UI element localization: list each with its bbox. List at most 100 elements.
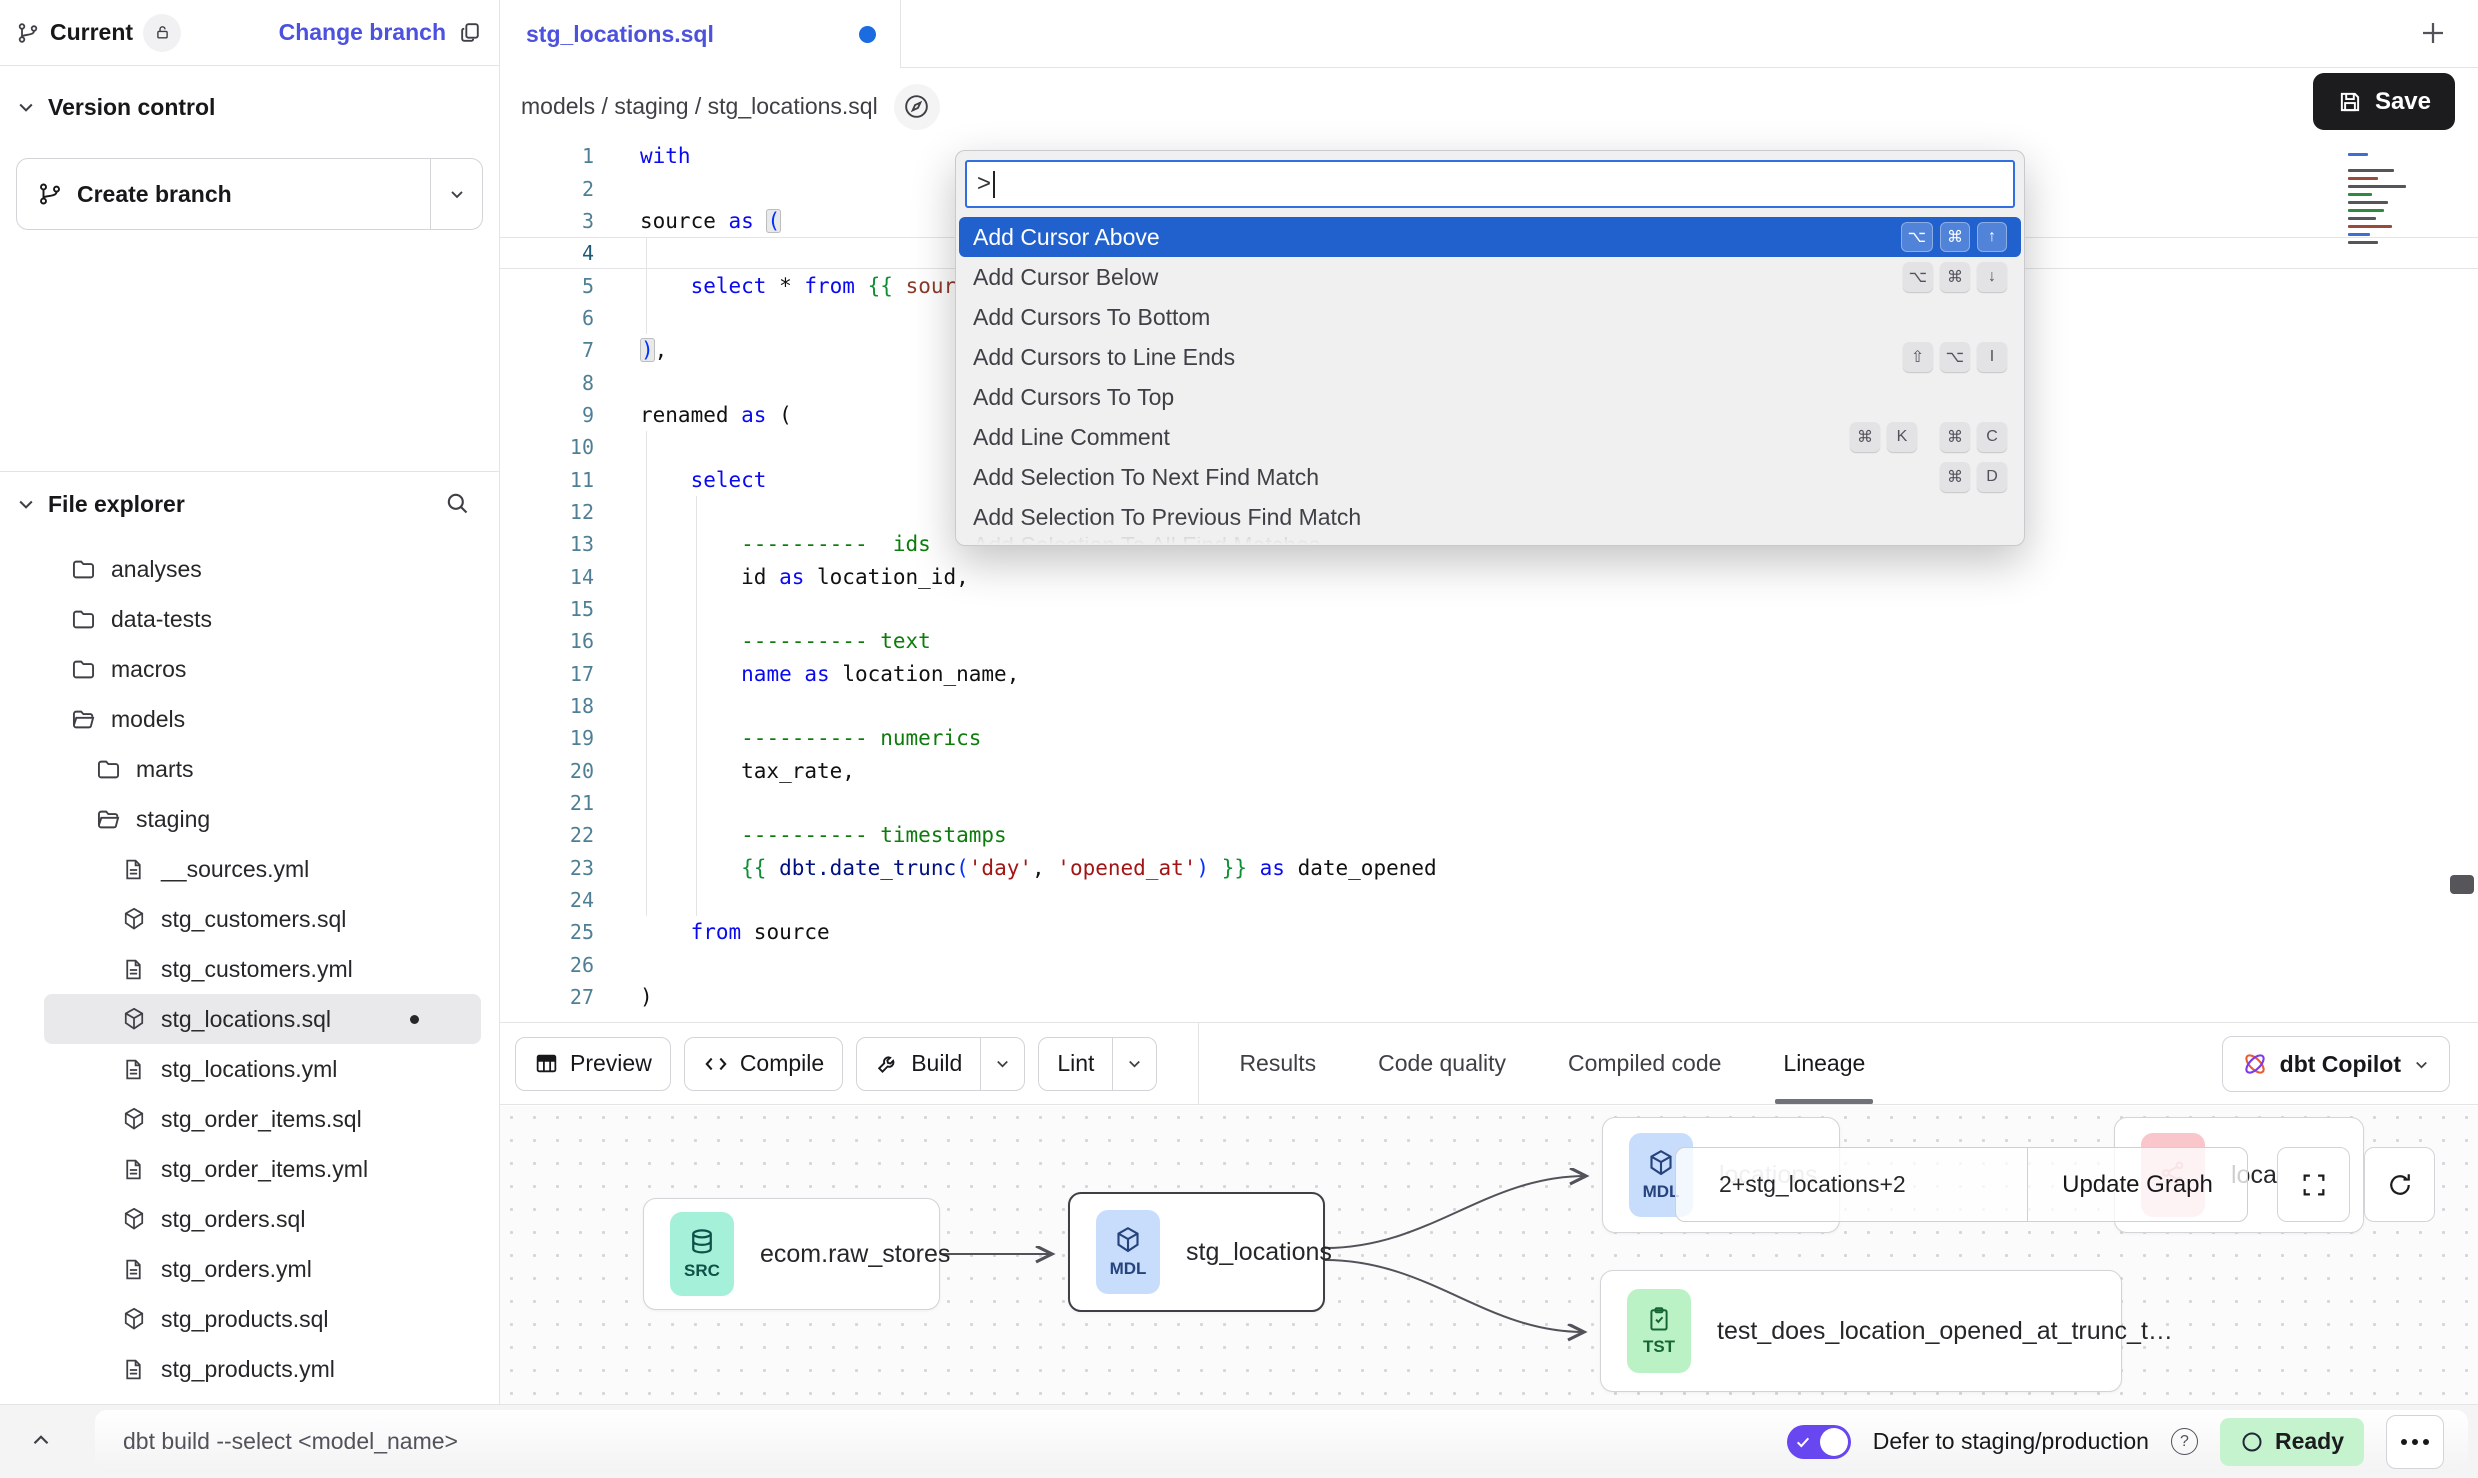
file-explorer-header[interactable]: File explorer <box>0 472 499 536</box>
file-icon <box>120 957 147 982</box>
lineage-node-test[interactable]: TST test_does_location_opened_at_trunc_t… <box>1600 1270 2122 1392</box>
line-code: tax_rate, <box>594 759 855 783</box>
command-item-add-selection-to-next-find-match[interactable]: Add Selection To Next Find Match⌘D <box>959 457 2021 497</box>
editor-minimap[interactable] <box>2348 148 2444 280</box>
explorer-compass-icon[interactable] <box>894 84 940 130</box>
editor-line-21[interactable]: 21 <box>500 787 2478 819</box>
tab-lineage[interactable]: Lineage <box>1783 1050 1865 1077</box>
lineage-node-source[interactable]: SRC ecom.raw_stores <box>643 1198 940 1310</box>
keycap: ↓ <box>1977 262 2007 292</box>
scrollbar-thumb[interactable] <box>2450 875 2474 894</box>
file-row-marts[interactable]: marts <box>44 744 481 794</box>
more-options-button[interactable] <box>2386 1415 2444 1469</box>
create-branch-caret[interactable] <box>430 159 482 229</box>
version-control-header[interactable]: Version control <box>0 84 499 130</box>
file-row--sources-yml[interactable]: __sources.yml <box>44 844 481 894</box>
file-row-stg-customers-sql[interactable]: stg_customers.sql <box>44 894 481 944</box>
file-row-stg-locations-yml[interactable]: stg_locations.yml <box>44 1044 481 1094</box>
copy-icon[interactable] <box>458 20 483 45</box>
editor-line-27[interactable]: 27) <box>500 981 2478 1013</box>
editor-line-14[interactable]: 14 id as location_id, <box>500 560 2478 592</box>
editor-line-24[interactable]: 24 <box>500 884 2478 916</box>
tab-code-quality[interactable]: Code quality <box>1378 1050 1506 1077</box>
editor-line-25[interactable]: 25 from source <box>500 916 2478 948</box>
lineage-node-stg-locations[interactable]: MDL stg_locations <box>1068 1192 1325 1312</box>
editor-line-16[interactable]: 16 ---------- text <box>500 625 2478 657</box>
line-number: 21 <box>500 791 594 815</box>
file-row-data-tests[interactable]: data-tests <box>44 594 481 644</box>
folder-icon <box>70 656 97 683</box>
fullscreen-button[interactable] <box>2277 1147 2350 1222</box>
editor-line-23[interactable]: 23 {{ dbt.date_trunc('day', 'opened_at')… <box>500 852 2478 884</box>
tab-stg-locations-sql[interactable]: stg_locations.sql <box>500 0 901 68</box>
preview-label: Preview <box>570 1050 652 1077</box>
editor-line-20[interactable]: 20 tax_rate, <box>500 755 2478 787</box>
table-icon <box>534 1051 559 1076</box>
command-item-add-cursor-above[interactable]: Add Cursor Above⌥⌘↑ <box>959 217 2021 257</box>
file-row-analyses[interactable]: analyses <box>44 544 481 594</box>
file-row-stg-order-items-yml[interactable]: stg_order_items.yml <box>44 1144 481 1194</box>
create-branch-button[interactable]: Create branch <box>16 158 483 230</box>
new-tab-button[interactable] <box>2410 10 2456 56</box>
ready-status-badge[interactable]: Ready <box>2220 1418 2364 1466</box>
line-number: 25 <box>500 920 594 944</box>
dbt-copilot-button[interactable]: dbt Copilot <box>2222 1036 2450 1092</box>
lint-caret[interactable] <box>1112 1038 1156 1090</box>
file-row-stg-products-yml[interactable]: stg_products.yml <box>44 1344 481 1394</box>
command-list: Add Cursor Above⌥⌘↑Add Cursor Below⌥⌘↓Ad… <box>956 217 2024 546</box>
build-button[interactable]: Build <box>856 1037 1025 1091</box>
modified-dot-icon <box>410 1015 419 1024</box>
command-palette-input[interactable]: > <box>965 160 2015 208</box>
lineage-panel[interactable]: SRC ecom.raw_stores MDL stg_locations <box>500 1106 2478 1404</box>
change-branch-link[interactable]: Change branch <box>279 19 446 46</box>
file-row-stg-orders-yml[interactable]: stg_orders.yml <box>44 1244 481 1294</box>
keycap: ↑ <box>1977 222 2007 252</box>
file-row-macros[interactable]: macros <box>44 644 481 694</box>
command-item-add-cursor-below[interactable]: Add Cursor Below⌥⌘↓ <box>959 257 2021 297</box>
file-row-stg-locations-sql[interactable]: stg_locations.sql <box>44 994 481 1044</box>
search-icon[interactable] <box>444 490 471 517</box>
compile-button[interactable]: Compile <box>684 1037 843 1091</box>
lint-button[interactable]: Lint <box>1038 1037 1157 1091</box>
tab-results[interactable]: Results <box>1239 1050 1316 1077</box>
file-row-stg-products-sql[interactable]: stg_products.sql <box>44 1294 481 1344</box>
command-item-add-cursors-to-bottom[interactable]: Add Cursors To Bottom <box>959 297 2021 337</box>
command-item-add-line-comment[interactable]: Add Line Comment⌘K⌘C <box>959 417 2021 457</box>
file-row-stg-order-items-sql[interactable]: stg_order_items.sql <box>44 1094 481 1144</box>
file-row-models[interactable]: models <box>44 694 481 744</box>
command-item-add-cursors-to-top[interactable]: Add Cursors To Top <box>959 377 2021 417</box>
editor-line-19[interactable]: 19 ---------- numerics <box>500 722 2478 754</box>
editor-line-22[interactable]: 22 ---------- timestamps <box>500 819 2478 851</box>
preview-button[interactable]: Preview <box>515 1037 671 1091</box>
command-item-add-selection-to-all-find-matches[interactable]: Add Selection To All Find Matches <box>959 537 2021 546</box>
expand-command-bar-icon[interactable] <box>28 1427 54 1453</box>
file-row-stg-orders-sql[interactable]: stg_orders.sql <box>44 1194 481 1244</box>
build-caret[interactable] <box>980 1038 1024 1090</box>
line-number: 6 <box>500 306 594 330</box>
cli-command-input[interactable]: dbt build --select <model_name> <box>123 1428 458 1455</box>
command-label: Add Line Comment <box>973 424 1170 451</box>
unsaved-dot-icon <box>859 26 876 43</box>
file-row-stg-customers-yml[interactable]: stg_customers.yml <box>44 944 481 994</box>
editor-line-26[interactable]: 26 <box>500 949 2478 981</box>
tab-compiled-code[interactable]: Compiled code <box>1568 1050 1721 1077</box>
help-icon[interactable]: ? <box>2171 1428 2198 1455</box>
defer-toggle[interactable] <box>1787 1425 1851 1459</box>
file-row-staging[interactable]: staging <box>44 794 481 844</box>
line-number: 10 <box>500 435 594 459</box>
update-graph-button[interactable]: Update Graph <box>2027 1148 2247 1221</box>
refresh-button[interactable] <box>2364 1147 2435 1222</box>
line-code: {{ dbt.date_trunc('day', 'opened_at') }}… <box>594 856 1437 880</box>
command-item-add-selection-to-previous-find-match[interactable]: Add Selection To Previous Find Match <box>959 497 2021 537</box>
file-label: stg_orders.sql <box>161 1206 305 1233</box>
save-button[interactable]: Save <box>2313 73 2455 130</box>
panel-tabs: Results Code quality Compiled code Linea… <box>1239 1050 1865 1077</box>
editor-line-18[interactable]: 18 <box>500 690 2478 722</box>
branch-lock-icon <box>143 14 181 52</box>
line-code: source as ( <box>594 209 781 233</box>
lineage-selector-input[interactable]: 2+stg_locations+2 <box>1676 1148 2027 1221</box>
file-explorer-title: File explorer <box>48 491 185 518</box>
editor-line-15[interactable]: 15 <box>500 593 2478 625</box>
command-item-add-cursors-to-line-ends[interactable]: Add Cursors to Line Ends⇧⌥I <box>959 337 2021 377</box>
editor-line-17[interactable]: 17 name as location_name, <box>500 658 2478 690</box>
